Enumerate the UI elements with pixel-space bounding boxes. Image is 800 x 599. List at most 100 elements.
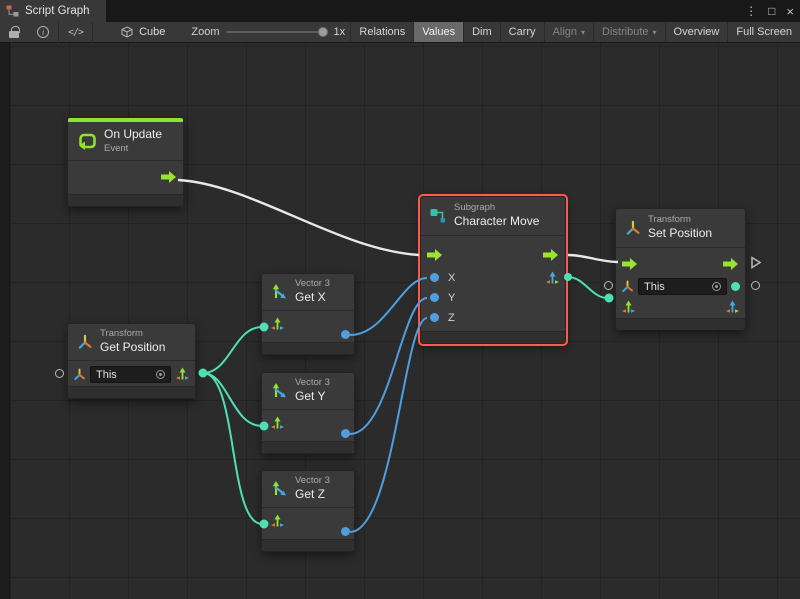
flow-output-port[interactable] (543, 248, 559, 262)
chevron-down-icon: ▾ (653, 28, 657, 37)
node-kind: Vector 3 (295, 278, 330, 290)
tab-script-graph[interactable]: Script Graph (0, 0, 106, 22)
target-object-label: Cube (139, 26, 165, 38)
distribute-label: Distribute (602, 26, 648, 38)
relations-button[interactable]: Relations (350, 22, 413, 42)
info-button[interactable]: i (28, 22, 58, 42)
tab-bar: Script Graph ⋮ □ × (0, 0, 800, 22)
node-set-position[interactable]: Transform Set Position This (615, 208, 746, 330)
node-footer (262, 539, 354, 551)
lock-icon (9, 31, 19, 38)
panel-menu-icon[interactable]: ⋮ (745, 5, 757, 17)
align-dropdown[interactable]: Align ▾ (544, 22, 593, 42)
node-footer (262, 342, 354, 354)
close-icon[interactable]: × (786, 5, 794, 18)
offscreen-value-port[interactable] (751, 281, 760, 290)
overview-label: Overview (674, 26, 720, 38)
relations-label: Relations (359, 26, 405, 38)
subgraph-icon (430, 208, 447, 223)
graph-toolbar: i </> Cube Zoom 1x Relations Values Dim … (0, 22, 800, 43)
vector-output-port-icon[interactable] (175, 367, 190, 382)
vector3-icon (270, 283, 288, 301)
maximize-icon[interactable]: □ (768, 5, 775, 17)
node-on-update[interactable]: On Update Event (67, 117, 184, 207)
zoom-slider-handle[interactable] (318, 27, 328, 37)
port-label-y: Y (448, 292, 455, 304)
value-output-port[interactable] (341, 429, 350, 438)
flow-input-port[interactable] (427, 248, 443, 262)
node-footer (616, 318, 745, 330)
vector-input-port-icon[interactable] (270, 416, 285, 431)
align-label: Align (553, 26, 577, 38)
target-object[interactable]: Cube (121, 26, 165, 38)
object-picker-icon[interactable] (712, 282, 721, 291)
node-footer (421, 331, 565, 343)
input-port-z[interactable] (430, 313, 439, 322)
this-field-value: This (96, 369, 117, 381)
value-output-port[interactable] (731, 282, 740, 291)
this-field-value: This (644, 281, 665, 293)
value-output-port[interactable] (341, 527, 350, 536)
node-kind: Event (104, 143, 162, 155)
vector-input-port-icon[interactable] (621, 300, 636, 315)
node-title: Get X (295, 290, 330, 306)
tab-title: Script Graph (25, 5, 90, 17)
carry-button[interactable]: Carry (500, 22, 544, 42)
canvas-left-gutter (0, 43, 10, 599)
node-footer (68, 386, 195, 398)
transform-mini-icon (621, 280, 634, 293)
node-title: Get Position (100, 340, 165, 356)
vector-output-port-icon[interactable] (545, 271, 560, 286)
on-update-event-icon (77, 131, 97, 151)
offscreen-flow-port[interactable] (750, 256, 762, 269)
transform-icon (77, 334, 93, 350)
fullscreen-button[interactable]: Full Screen (727, 22, 800, 42)
chevron-down-icon: ▾ (581, 28, 585, 37)
node-character-move[interactable]: Subgraph Character Move X Y Z (420, 196, 566, 344)
values-button[interactable]: Values (413, 22, 463, 42)
node-title: Get Y (295, 389, 330, 405)
node-kind: Vector 3 (295, 475, 330, 487)
unconnected-target-port[interactable] (604, 281, 613, 290)
input-port-x[interactable] (430, 273, 439, 282)
unconnected-target-port[interactable] (55, 369, 64, 378)
this-object-field[interactable]: This (638, 278, 727, 295)
node-footer (262, 441, 354, 453)
vector-output-port-icon[interactable] (725, 300, 740, 315)
flow-output-port[interactable] (723, 257, 739, 271)
transform-icon (625, 220, 641, 236)
node-get-y[interactable]: Vector 3 Get Y (261, 372, 355, 454)
value-output-port[interactable] (341, 330, 350, 339)
object-picker-icon[interactable] (156, 370, 165, 379)
port-label-x: X (448, 272, 455, 284)
flow-input-port[interactable] (622, 257, 638, 271)
vector-input-port-icon[interactable] (270, 317, 285, 332)
node-title: Get Z (295, 487, 330, 503)
node-title: Character Move (454, 214, 539, 230)
transform-mini-icon (73, 368, 86, 381)
node-get-z[interactable]: Vector 3 Get Z (261, 470, 355, 552)
node-get-x[interactable]: Vector 3 Get X (261, 273, 355, 355)
input-port-y[interactable] (430, 293, 439, 302)
node-footer (68, 194, 183, 206)
info-icon: i (37, 26, 49, 38)
zoom-label: Zoom (191, 26, 219, 38)
node-title: On Update (104, 127, 162, 143)
fullscreen-label: Full Screen (736, 26, 792, 38)
vector3-icon (270, 382, 288, 400)
distribute-dropdown[interactable]: Distribute ▾ (593, 22, 664, 42)
code-icon: </> (68, 27, 83, 38)
vector3-icon (270, 480, 288, 498)
cube-icon (121, 26, 133, 38)
node-kind: Transform (100, 328, 165, 340)
edit-script-button[interactable]: </> (59, 22, 92, 42)
dim-button[interactable]: Dim (463, 22, 500, 42)
zoom-slider[interactable] (226, 31, 326, 33)
node-kind: Vector 3 (295, 377, 330, 389)
flow-output-port[interactable] (161, 170, 177, 184)
vector-input-port-icon[interactable] (270, 514, 285, 529)
this-object-field[interactable]: This (90, 366, 171, 383)
overview-button[interactable]: Overview (665, 22, 728, 42)
node-get-position[interactable]: Transform Get Position This (67, 323, 196, 399)
lock-button[interactable] (0, 22, 28, 42)
